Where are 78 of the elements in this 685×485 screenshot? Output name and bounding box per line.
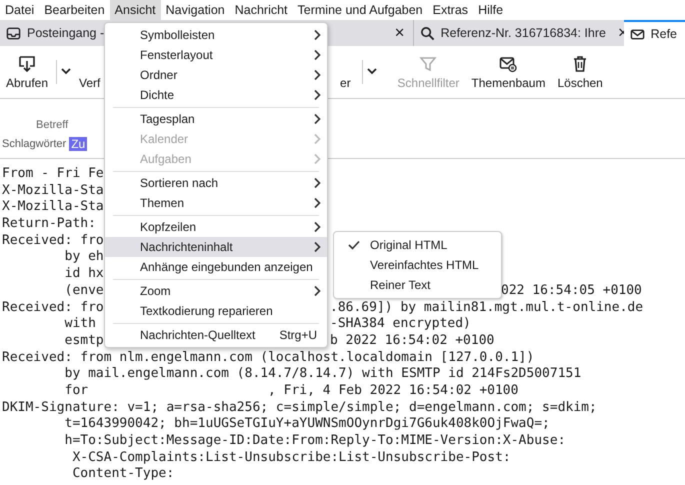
source-line: 022 16:54:05 +0100: [501, 282, 642, 300]
menu-bar-item[interactable]: Extras: [428, 0, 474, 20]
tab[interactable]: Refe: [624, 20, 685, 46]
menu-item[interactable]: Original HTML: [334, 235, 501, 255]
source-line: for: [64, 382, 88, 400]
menu-bar-item[interactable]: Navigation: [160, 0, 230, 20]
menu-bar-item[interactable]: Nachricht: [230, 0, 293, 20]
source-line: b 2022 16:54:02 +0100: [330, 332, 494, 350]
menu-item[interactable]: Dichte: [105, 85, 327, 105]
toolbar-button[interactable]: Themenbaum: [467, 52, 550, 92]
source-line: Received: fro: [2, 300, 104, 316]
source-line: h=To:Subject:Message-ID:Date:From:Reply-To:MIME-Version:X-Abuse:: [64, 433, 566, 450]
inbox-icon: [6, 26, 21, 40]
tab-title: Refe: [650, 27, 677, 41]
chevron-icon: [313, 241, 321, 253]
chevron-icon: [313, 197, 321, 209]
menu-item[interactable]: Nachrichten-Quelltext Strg+U: [105, 325, 327, 345]
chevron-icon: [313, 133, 321, 145]
envelope-icon: [499, 54, 518, 72]
menu-item[interactable]: Vereinfachtes HTML: [334, 255, 501, 275]
source-line: esmtp: [64, 332, 104, 350]
menu-item[interactable]: Symbolleisten: [105, 25, 327, 45]
menu-bar-item[interactable]: Datei: [0, 0, 40, 20]
menu-bar-item[interactable]: Hilfe: [473, 0, 508, 20]
source-line: X-CSA-Complaints:List-Unsubscribe:List-Unsubscribe-Post:: [71, 450, 511, 466]
menu-item[interactable]: Textkodierung reparieren: [105, 301, 327, 321]
chevron-icon: [313, 49, 321, 61]
chevron-icon: [313, 113, 321, 125]
source-line: X-Mozilla-Sta: [2, 182, 104, 200]
source-line: id hx: [64, 266, 104, 283]
toolbar-button[interactable]: Löschen: [553, 52, 607, 92]
tab-title: Posteingang -: [27, 26, 104, 40]
source-line: Content-Type:: [71, 466, 174, 484]
menu-item[interactable]: Anhänge eingebunden anzeigen: [105, 257, 327, 277]
source-line: by eh: [64, 249, 104, 266]
menu-bar-item[interactable]: Bearbeiten: [39, 0, 110, 20]
menu-item[interactable]: Nachrichteninhalt: [105, 237, 327, 257]
envelope-icon: [630, 26, 645, 42]
source-line: Return-Path:: [2, 216, 96, 233]
source-line: , Fri, 4 Feb 2022 16:54:02 +0100: [268, 382, 518, 400]
tag: Zu: [69, 137, 88, 151]
source-line: (enve: [64, 282, 104, 300]
chevron-icon: [313, 285, 321, 297]
source-line: -SHA384 encrypted): [330, 316, 471, 333]
source-line: t=1643990042; bh=1uUGSeTGIuY+aYUWNSmOOynrDgi7G6uk408k0OjFwaQ=;: [64, 416, 550, 433]
menu-item[interactable]: Themen: [105, 193, 327, 213]
menu-item[interactable]: Tagesplan: [105, 109, 327, 129]
toolbar-button[interactable]: Verf: [75, 52, 104, 92]
toolbar-button[interactable]: er: [332, 52, 358, 92]
chevron-icon: [313, 177, 321, 189]
menu-item[interactable]: Zoom: [105, 281, 327, 301]
menu-item[interactable]: Kopfzeilen: [105, 217, 327, 237]
menu-item[interactable]: Reiner Text: [334, 275, 501, 295]
source-line: by mail.engelmann.com (8.14.7/8.14.7) with ESMTP id 214Fs2D5007151: [64, 366, 582, 383]
menu-item[interactable]: Sortieren nach: [105, 173, 327, 193]
header-label: Betreff: [36, 119, 68, 131]
menu-item[interactable]: Ordner: [105, 65, 327, 85]
chevron-icon: [313, 153, 321, 165]
chevron-icon: [313, 221, 321, 233]
menu-bar-item[interactable]: Termine und Aufgaben: [292, 0, 428, 20]
download-icon: [18, 54, 36, 72]
source-line: Received: fro: [2, 232, 104, 250]
source-line: with: [64, 316, 96, 333]
source-line: X-Mozilla-Sta: [2, 199, 104, 216]
chevron-icon: [313, 89, 321, 101]
menu-item[interactable]: Fensterlayout: [105, 45, 327, 65]
source-line: .86.69]) by mailin81.mgt.mul.t-online.de: [330, 300, 644, 316]
filter-icon: [419, 54, 438, 72]
search-icon: [420, 26, 435, 40]
toolbar-button[interactable]: Abrufen: [2, 52, 52, 92]
source-line: From - Fri Fe: [2, 166, 104, 183]
tab-title: Referenz-Nr. 316716834: Ihre: [440, 26, 606, 40]
chevron-icon: [313, 29, 321, 41]
chevron-icon: [313, 69, 321, 81]
source-line: Received: from nlm.engelmann.com (localhost.localdomain [127.0.0.1]): [2, 350, 534, 366]
header-label: Schlagwörter: [2, 138, 66, 150]
menu-bar-item[interactable]: Ansicht: [110, 0, 161, 20]
source-line: DKIM-Signature: v=1; a=rsa-sha256; c=simple/simple; d=engelmann.com; s=dkim;: [2, 400, 597, 416]
